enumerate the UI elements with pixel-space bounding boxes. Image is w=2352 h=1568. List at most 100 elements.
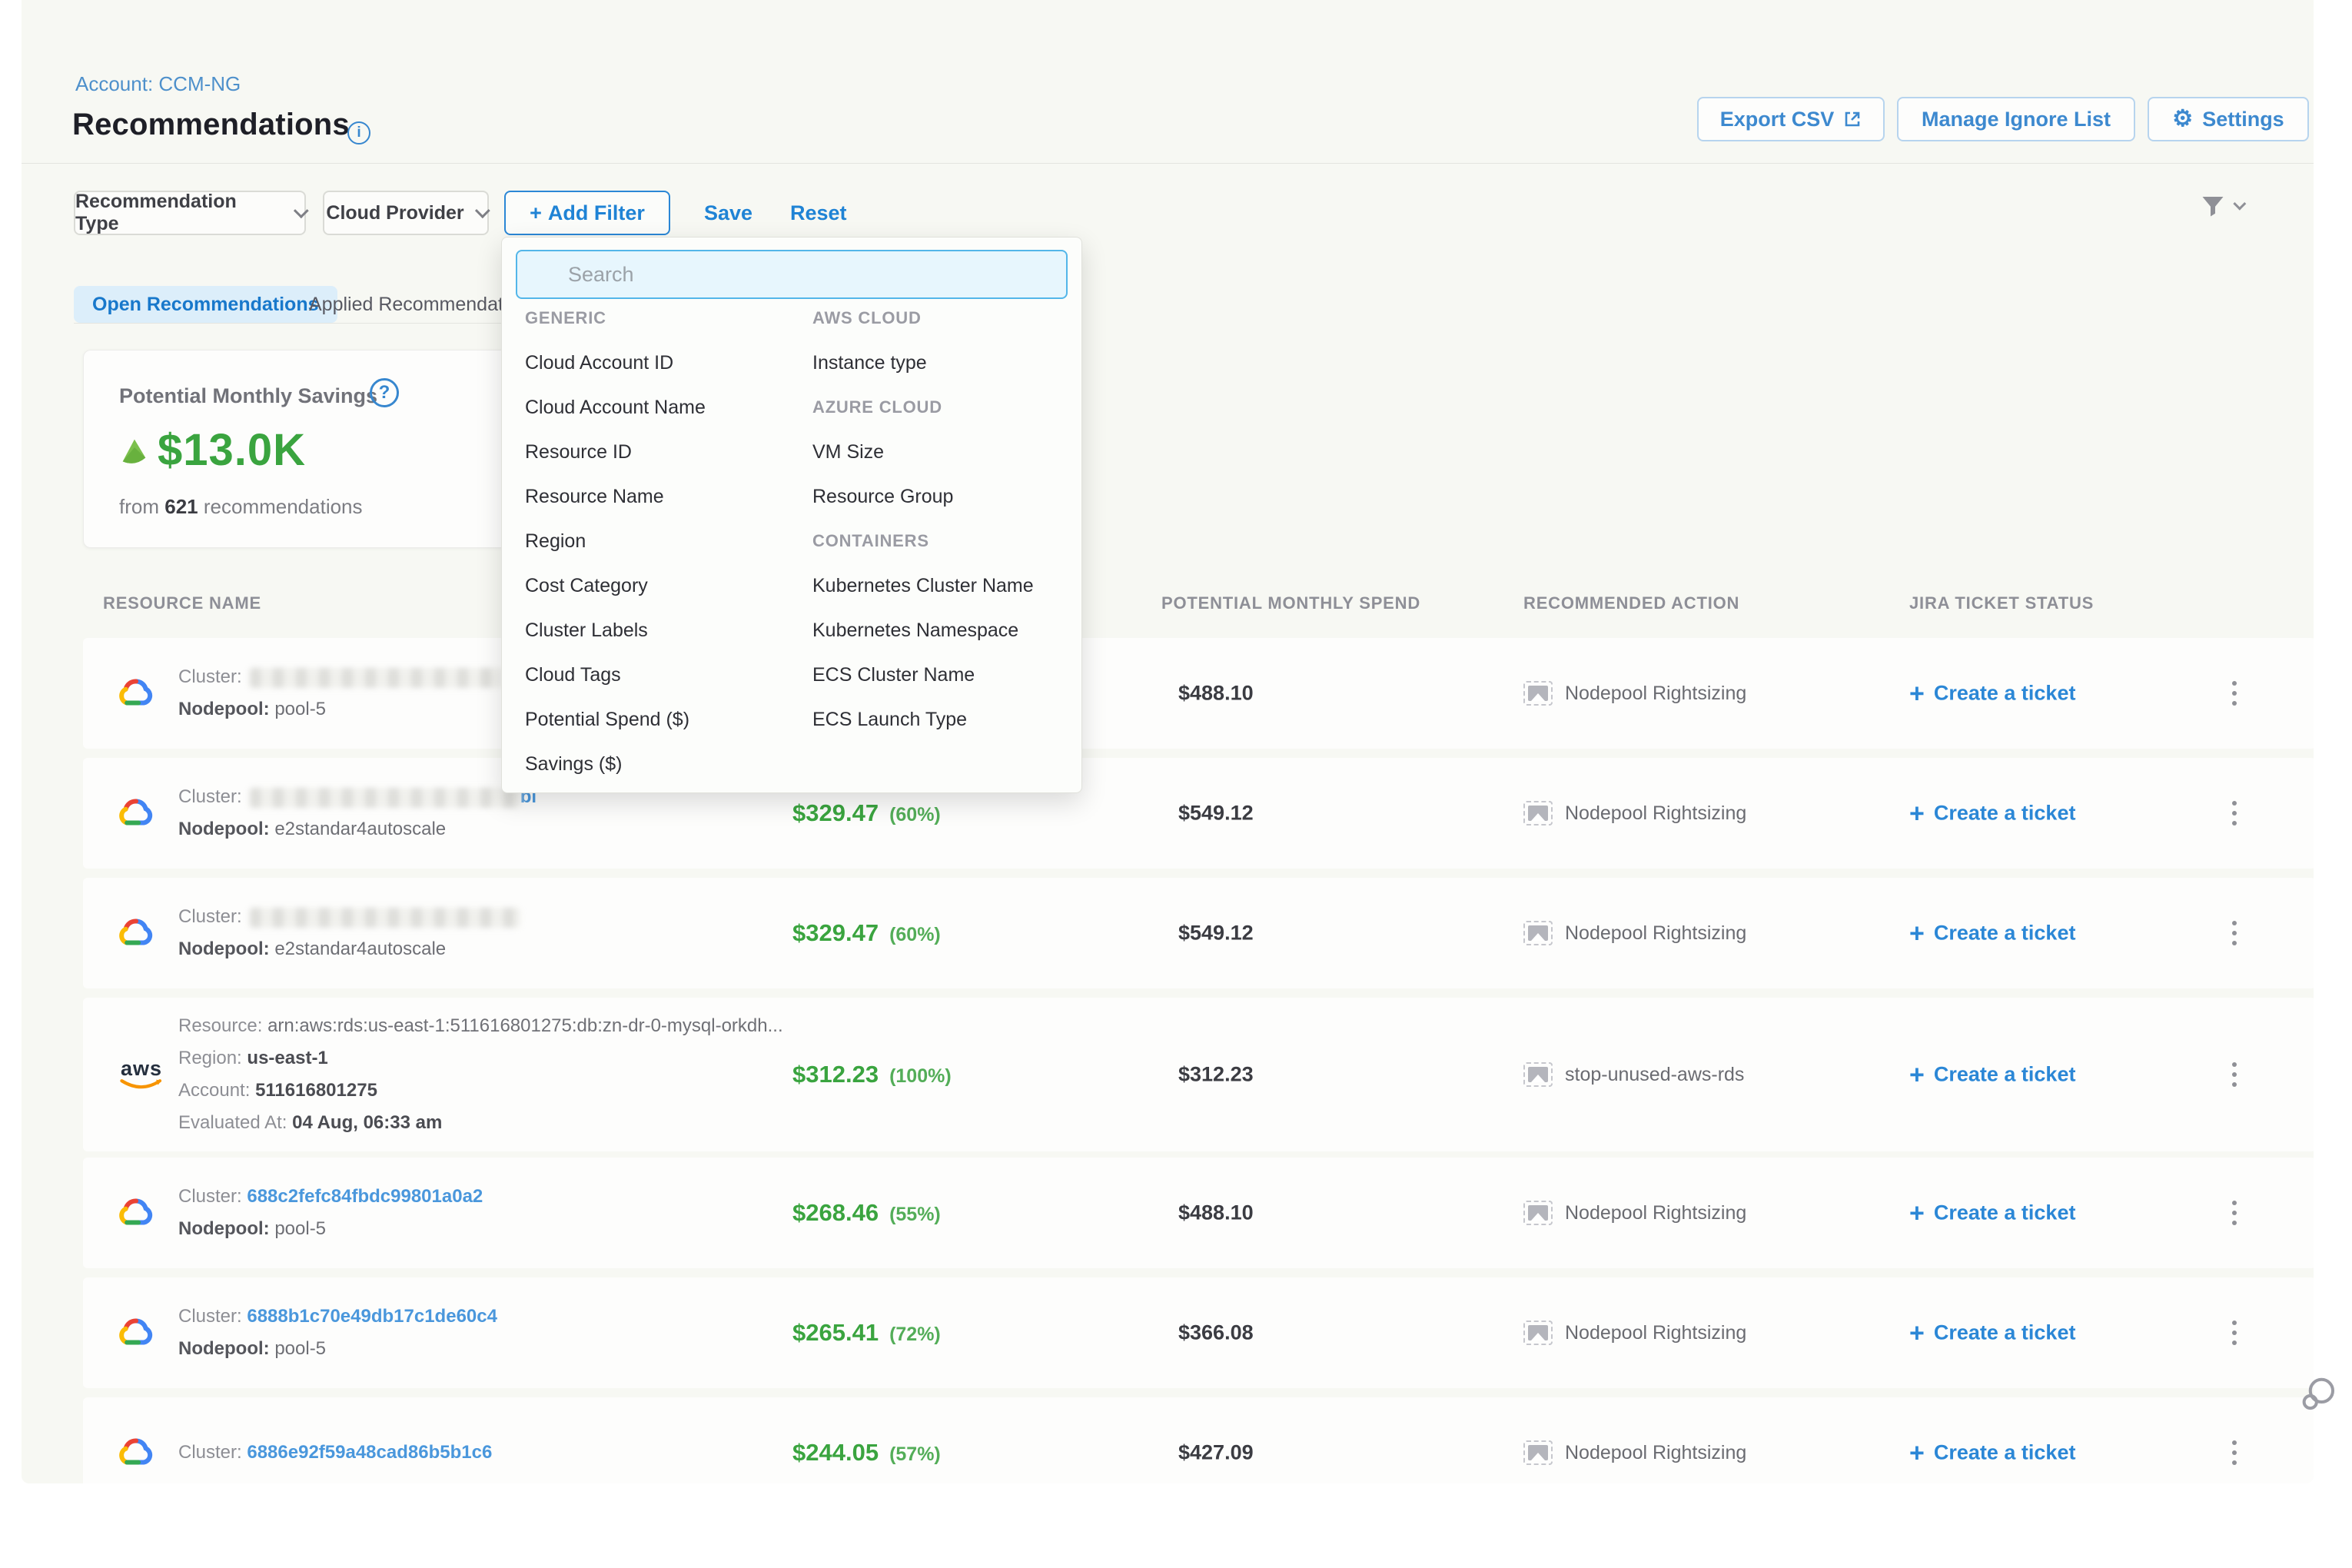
reset-filter-button[interactable]: Reset [790,191,847,235]
manage-ignore-list-button[interactable]: Manage Ignore List [1897,97,2135,141]
filter-option-vm-size[interactable]: VM Size [812,430,1034,474]
filter-option-kubernetes-namespace[interactable]: Kubernetes Namespace [812,608,1034,653]
savings-percent: (57%) [889,1443,941,1466]
dropdown-section-containers: CONTAINERS [812,519,1034,563]
gcp-cloud-icon [117,1436,154,1470]
filter-option-cloud-account-id[interactable]: Cloud Account ID [525,341,706,385]
export-csv-button[interactable]: Export CSV [1697,97,1885,141]
filter-option-cloud-account-name[interactable]: Cloud Account Name [525,385,706,430]
savings-subtitle: from 621 recommendations [119,495,363,519]
savings-value: $244.05 [792,1439,879,1467]
table-row[interactable]: Cluster: 6886e92f59a48cad86b5b1c6 $244.0… [83,1397,2314,1483]
action-image-placeholder-icon [1523,921,1553,945]
table-row[interactable]: aws Resource: arn:aws:rds:us-east-1:5116… [83,998,2314,1151]
cluster-label: Cluster: [178,666,242,687]
table-row[interactable]: Cluster: Nodepool: pool-5 $488.10 Nodepo… [83,638,2314,749]
tab-open-recommendations[interactable]: Open Recommendations [74,286,337,323]
filter-option-ecs-launch-type[interactable]: ECS Launch Type [812,697,1034,742]
support-help-icon[interactable] [2298,1374,2340,1420]
row-menu-kebab[interactable] [2226,915,2243,952]
row-menu-kebab[interactable] [2226,675,2243,712]
add-filter-button[interactable]: + Add Filter [504,191,670,235]
nodepool-value: pool-5 [274,699,326,719]
filter-option-savings[interactable]: Savings ($) [525,742,706,786]
table-row[interactable]: Cluster: Nodepool: e2standar4autoscale $… [83,878,2314,988]
filter-option-cloud-tags[interactable]: Cloud Tags [525,653,706,697]
cloud-provider-filter[interactable]: Cloud Provider [323,191,489,235]
filter-option-region[interactable]: Region [525,519,706,563]
cluster-link[interactable]: 6886e92f59a48cad86b5b1c6 [247,1442,492,1463]
table-row[interactable]: Cluster: 688c2fefc84fbdc99801a0a2 Nodepo… [83,1158,2314,1268]
external-link-icon [1843,110,1862,128]
recommended-action-label: Nodepool Rightsizing [1565,1202,1746,1224]
row-menu-kebab[interactable] [2226,1314,2243,1351]
plus-icon: + [1909,682,1925,705]
filter-option-potential-spend[interactable]: Potential Spend ($) [525,697,706,742]
chevron-down-icon [294,203,309,218]
plus-icon: + [530,201,542,225]
plus-icon: + [1909,922,1925,945]
savings-percent: (55%) [889,1204,941,1226]
column-header-recommended-action: RECOMMENDED ACTION [1523,593,1739,613]
region-label: Region: [178,1048,242,1068]
spend-value: $549.12 [1178,802,1254,826]
create-ticket-label: Create a ticket [1934,1441,2076,1465]
recommendation-type-label: Recommendation Type [75,191,283,235]
savings-value: $268.46 [792,1199,879,1227]
row-menu-kebab[interactable] [2226,1194,2243,1231]
table-row[interactable]: Cluster:bi Nodepool: e2standar4autoscale… [83,758,2314,869]
create-ticket-button[interactable]: + Create a ticket [1909,1441,2075,1465]
spend-value: $427.09 [1178,1441,1254,1465]
savings-value: $312.23 [792,1061,879,1088]
savings-percent: (72%) [889,1324,941,1346]
create-ticket-button[interactable]: +Create a ticket [1909,682,2075,706]
dropdown-section-azure-cloud: AZURE CLOUD [812,385,1034,430]
action-image-placeholder-icon [1523,1062,1553,1087]
spend-value: $366.08 [1178,1321,1254,1345]
row-menu-kebab[interactable] [2226,795,2243,832]
chevron-down-icon [475,203,490,218]
create-ticket-button[interactable]: +Create a ticket [1909,1201,2075,1225]
breadcrumb-account-link[interactable]: Account: CCM-NG [75,72,241,96]
plus-icon: + [1909,1441,1925,1464]
resource-label: Resource: [178,1015,262,1036]
evaluated-at-value: 04 Aug, 06:33 am [292,1112,442,1133]
filter-option-cluster-labels[interactable]: Cluster Labels [525,608,706,653]
cluster-link[interactable]: 6888b1c70e49db17c1de60c4 [247,1306,497,1327]
recommended-action-label: Nodepool Rightsizing [1565,1322,1746,1344]
action-image-placeholder-icon [1523,1321,1553,1345]
filter-option-resource-group[interactable]: Resource Group [812,474,1034,519]
cluster-label: Cluster: [178,786,242,807]
row-menu-kebab[interactable] [2226,1056,2243,1093]
plus-icon: + [1909,1321,1925,1344]
help-icon[interactable]: ? [370,378,399,407]
row-menu-kebab[interactable] [2226,1434,2243,1471]
create-ticket-button[interactable]: +Create a ticket [1909,922,2075,945]
filter-option-resource-id[interactable]: Resource ID [525,430,706,474]
create-ticket-button[interactable]: +Create a ticket [1909,802,2075,826]
cluster-link[interactable]: 688c2fefc84fbdc99801a0a2 [247,1186,483,1207]
plus-icon: + [1909,802,1925,825]
gcp-cloud-icon [117,676,154,711]
create-ticket-button[interactable]: +Create a ticket [1909,1321,2075,1345]
dropdown-section-aws-cloud: AWS CLOUD [812,296,1034,341]
save-filter-button[interactable]: Save [704,191,752,235]
filter-option-ecs-cluster-name[interactable]: ECS Cluster Name [812,653,1034,697]
dropdown-section-generic: GENERIC [525,296,706,341]
filter-option-kubernetes-cluster-name[interactable]: Kubernetes Cluster Name [812,563,1034,608]
evaluated-at-label: Evaluated At: [178,1112,287,1133]
settings-button[interactable]: ⚙ Settings [2148,97,2309,141]
create-ticket-label: Create a ticket [1934,1201,2076,1225]
recommendation-type-filter[interactable]: Recommendation Type [74,191,306,235]
search-input[interactable] [516,250,1068,299]
filter-option-cost-category[interactable]: Cost Category [525,563,706,608]
nodepool-label: Nodepool: [178,1218,270,1239]
add-filter-dropdown: GENERIC Cloud Account ID Cloud Account N… [501,237,1082,793]
create-ticket-button[interactable]: +Create a ticket [1909,1063,2075,1087]
filter-panel-toggle[interactable] [2199,192,2242,220]
filter-option-resource-name[interactable]: Resource Name [525,474,706,519]
filter-option-instance-type[interactable]: Instance type [812,341,1034,385]
page-canvas: Account: CCM-NG Recommendations i Export… [22,0,2314,1483]
info-icon[interactable]: i [347,121,370,145]
table-row[interactable]: Cluster: 6888b1c70e49db17c1de60c4 Nodepo… [83,1277,2314,1388]
